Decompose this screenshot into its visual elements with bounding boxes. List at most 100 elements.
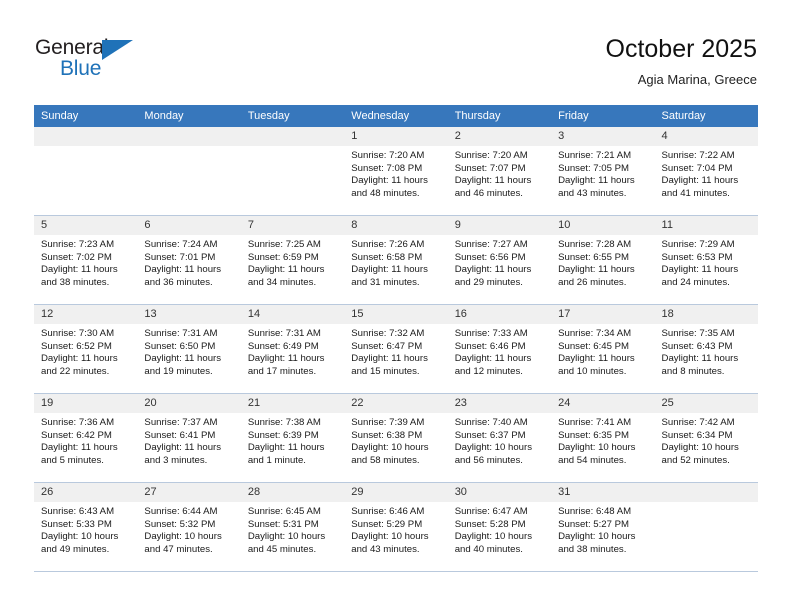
daylight-text: Daylight: 10 hours and 52 minutes.: [661, 442, 739, 466]
sunset-text: Sunset: 6:35 PM: [558, 429, 630, 441]
sunset-text: Sunset: 6:59 PM: [247, 251, 319, 263]
day-details: Sunrise: 7:33 AM Sunset: 6:46 PM Daylight:…: [448, 324, 551, 378]
daylight-text: Daylight: 11 hours and 24 minutes.: [661, 264, 739, 288]
calendar-day-cell[interactable]: 19 Sunrise: 7:36 AM Sunset: 6:42 PM Dayligh…: [34, 393, 138, 483]
day-details: Sunrise: 7:30 AM Sunset: 6:52 PM Daylight:…: [34, 324, 137, 378]
sunset-text: Sunset: 5:27 PM: [558, 518, 630, 530]
sunset-text: Sunset: 6:50 PM: [144, 340, 216, 352]
sunset-text: Sunset: 5:29 PM: [351, 518, 423, 530]
day-number: 27: [137, 483, 241, 502]
day-number: 2: [447, 127, 552, 146]
calendar-day-cell[interactable]: 24 Sunrise: 7:41 AM Sunset: 6:35 PM Dayligh…: [551, 393, 655, 483]
day-number: 6: [137, 216, 241, 235]
day-number: 10: [551, 216, 655, 235]
calendar-day-cell[interactable]: 17 Sunrise: 7:34 AM Sunset: 6:45 PM Dayligh…: [551, 304, 655, 394]
calendar-day-cell[interactable]: 26 Sunrise: 6:43 AM Sunset: 5:33 PM Dayligh…: [34, 482, 138, 572]
sunset-text: Sunset: 6:56 PM: [454, 251, 526, 263]
day-details: Sunrise: 7:31 AM Sunset: 6:49 PM Daylight:…: [241, 324, 344, 378]
sunrise-text: Sunrise: 7:33 AM: [454, 328, 528, 339]
calendar-day-cell[interactable]: 5 Sunrise: 7:23 AM Sunset: 7:02 PM Daylight…: [34, 215, 138, 305]
day-number: 31: [551, 483, 655, 502]
calendar-day-cell[interactable]: 14 Sunrise: 7:31 AM Sunset: 6:49 PM Dayligh…: [240, 304, 345, 394]
calendar-day-cell[interactable]: 2 Sunrise: 7:20 AM Sunset: 7:07 PM Daylight…: [447, 127, 552, 216]
daylight-text: Daylight: 11 hours and 10 minutes.: [558, 353, 635, 377]
calendar-day-cell[interactable]: 21 Sunrise: 7:38 AM Sunset: 6:39 PM Dayligh…: [240, 393, 345, 483]
calendar-day-cell[interactable]: 10 Sunrise: 7:28 AM Sunset: 6:55 PM Dayligh…: [551, 215, 655, 305]
calendar-day-cell[interactable]: 31 Sunrise: 6:48 AM Sunset: 5:27 PM Dayligh…: [551, 482, 655, 572]
sunset-text: Sunset: 6:52 PM: [41, 340, 112, 352]
day-number: [137, 127, 241, 146]
calendar-day-cell[interactable]: 1 Sunrise: 7:20 AM Sunset: 7:08 PM Daylight…: [344, 127, 448, 216]
daylight-text: Daylight: 11 hours and 26 minutes.: [558, 264, 635, 288]
day-number: 4: [654, 127, 758, 146]
calendar-day-cell[interactable]: 12 Sunrise: 7:30 AM Sunset: 6:52 PM Dayligh…: [34, 304, 138, 394]
weekday-header-row: Sunday Monday Tuesday Wednesday Thursday…: [34, 105, 758, 127]
calendar-empty-cell: [240, 127, 345, 216]
day-number: 30: [447, 483, 552, 502]
calendar-grid: Sunday Monday Tuesday Wednesday Thursday…: [34, 105, 758, 572]
day-details: Sunrise: 6:43 AM Sunset: 5:33 PM Daylight:…: [34, 502, 137, 556]
calendar-day-cell[interactable]: 22 Sunrise: 7:39 AM Sunset: 6:38 PM Dayligh…: [344, 393, 448, 483]
calendar-day-cell[interactable]: 16 Sunrise: 7:33 AM Sunset: 6:46 PM Dayligh…: [447, 304, 552, 394]
weekday-header-friday: Friday: [551, 105, 655, 127]
day-number: 16: [447, 305, 552, 324]
day-number: 26: [34, 483, 138, 502]
sunrise-text: Sunrise: 7:20 AM: [351, 150, 425, 161]
general-blue-logo: General Blue: [35, 36, 155, 82]
day-details: Sunrise: 7:38 AM Sunset: 6:39 PM Daylight:…: [241, 413, 344, 467]
day-number: 25: [654, 394, 758, 413]
calendar-day-cell[interactable]: 7 Sunrise: 7:25 AM Sunset: 6:59 PM Daylight…: [240, 215, 345, 305]
sunrise-text: Sunrise: 7:38 AM: [247, 417, 321, 428]
calendar-day-cell[interactable]: 25 Sunrise: 7:42 AM Sunset: 6:34 PM Dayligh…: [654, 393, 758, 483]
calendar-day-cell[interactable]: 3 Sunrise: 7:21 AM Sunset: 7:05 PM Daylight…: [551, 127, 655, 216]
day-details: Sunrise: 7:25 AM Sunset: 6:59 PM Daylight:…: [241, 235, 344, 289]
daylight-text: Daylight: 10 hours and 45 minutes.: [247, 531, 326, 555]
daylight-text: Daylight: 10 hours and 40 minutes.: [454, 531, 533, 555]
sunrise-text: Sunrise: 7:30 AM: [41, 328, 115, 339]
weekday-header-saturday: Saturday: [654, 105, 758, 127]
sunrise-text: Sunrise: 7:20 AM: [454, 150, 528, 161]
daylight-text: Daylight: 11 hours and 29 minutes.: [454, 264, 532, 288]
day-details: Sunrise: 7:39 AM Sunset: 6:38 PM Daylight:…: [344, 413, 447, 467]
calendar-day-cell[interactable]: 20 Sunrise: 7:37 AM Sunset: 6:41 PM Dayligh…: [137, 393, 241, 483]
day-number: 17: [551, 305, 655, 324]
calendar-day-cell[interactable]: 4 Sunrise: 7:22 AM Sunset: 7:04 PM Daylight…: [654, 127, 758, 216]
calendar-day-cell[interactable]: 27 Sunrise: 6:44 AM Sunset: 5:32 PM Dayligh…: [137, 482, 241, 572]
sunset-text: Sunset: 7:07 PM: [454, 162, 526, 174]
day-number: 5: [34, 216, 138, 235]
sunrise-text: Sunrise: 7:32 AM: [351, 328, 425, 339]
calendar-day-cell[interactable]: 13 Sunrise: 7:31 AM Sunset: 6:50 PM Dayligh…: [137, 304, 241, 394]
daylight-text: Daylight: 11 hours and 46 minutes.: [454, 175, 532, 199]
sunrise-text: Sunrise: 6:43 AM: [41, 506, 115, 517]
sunset-text: Sunset: 5:28 PM: [454, 518, 526, 530]
sunset-text: Sunset: 6:45 PM: [558, 340, 630, 352]
daylight-text: Daylight: 11 hours and 8 minutes.: [661, 353, 739, 377]
day-details: Sunrise: 6:44 AM Sunset: 5:32 PM Daylight:…: [137, 502, 240, 556]
calendar-day-cell[interactable]: 11 Sunrise: 7:29 AM Sunset: 6:53 PM Dayligh…: [654, 215, 758, 305]
calendar-day-cell[interactable]: 18 Sunrise: 7:35 AM Sunset: 6:43 PM Dayligh…: [654, 304, 758, 394]
daylight-text: Daylight: 11 hours and 38 minutes.: [41, 264, 118, 288]
sunrise-text: Sunrise: 7:34 AM: [558, 328, 632, 339]
day-details: Sunrise: 7:26 AM Sunset: 6:58 PM Daylight:…: [344, 235, 447, 289]
sunrise-text: Sunrise: 6:45 AM: [247, 506, 321, 517]
calendar-day-cell[interactable]: 9 Sunrise: 7:27 AM Sunset: 6:56 PM Daylight…: [447, 215, 552, 305]
sunset-text: Sunset: 6:34 PM: [661, 429, 733, 441]
weekday-header-monday: Monday: [137, 105, 241, 127]
daylight-text: Daylight: 10 hours and 47 minutes.: [144, 531, 222, 555]
calendar-day-cell[interactable]: 23 Sunrise: 7:40 AM Sunset: 6:37 PM Dayligh…: [447, 393, 552, 483]
calendar-day-cell[interactable]: 30 Sunrise: 6:47 AM Sunset: 5:28 PM Dayligh…: [447, 482, 552, 572]
day-number: 13: [137, 305, 241, 324]
daylight-text: Daylight: 11 hours and 36 minutes.: [144, 264, 222, 288]
calendar-day-cell[interactable]: 6 Sunrise: 7:24 AM Sunset: 7:01 PM Daylight…: [137, 215, 241, 305]
day-number: 11: [654, 216, 758, 235]
calendar-day-cell[interactable]: 29 Sunrise: 6:46 AM Sunset: 5:29 PM Dayligh…: [344, 482, 448, 572]
day-details: Sunrise: 7:36 AM Sunset: 6:42 PM Daylight:…: [34, 413, 137, 467]
calendar-day-cell[interactable]: 8 Sunrise: 7:26 AM Sunset: 6:58 PM Daylight…: [344, 215, 448, 305]
day-details: Sunrise: 7:31 AM Sunset: 6:50 PM Daylight:…: [137, 324, 240, 378]
day-details: Sunrise: 7:21 AM Sunset: 7:05 PM Daylight:…: [551, 146, 654, 200]
calendar-week-row: 26 Sunrise: 6:43 AM Sunset: 5:33 PM Dayligh…: [34, 482, 758, 572]
day-number: [240, 127, 345, 146]
calendar-day-cell[interactable]: 15 Sunrise: 7:32 AM Sunset: 6:47 PM Dayligh…: [344, 304, 448, 394]
calendar-day-cell[interactable]: 28 Sunrise: 6:45 AM Sunset: 5:31 PM Dayligh…: [240, 482, 345, 572]
daylight-text: Daylight: 11 hours and 19 minutes.: [144, 353, 222, 377]
